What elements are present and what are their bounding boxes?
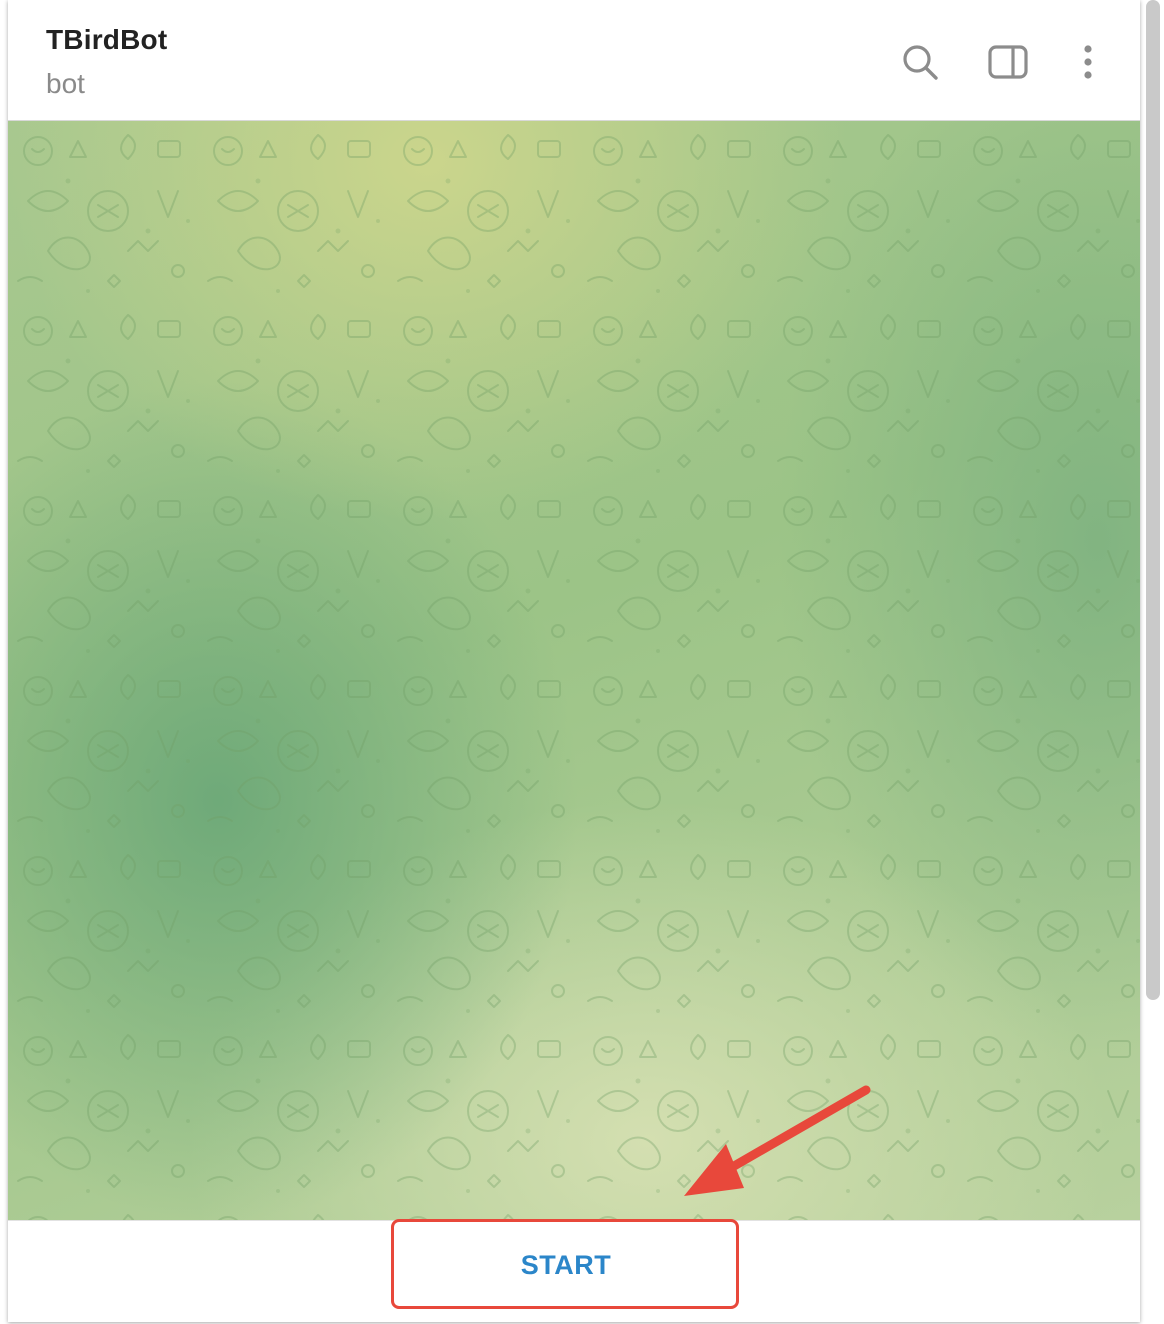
- start-button[interactable]: START: [392, 1221, 740, 1309]
- scrollbar[interactable]: [1146, 0, 1160, 1000]
- more-vertical-icon[interactable]: [1066, 40, 1110, 84]
- chat-title[interactable]: TBirdBot: [46, 24, 167, 56]
- chat-footer: START: [8, 1220, 1140, 1322]
- chat-header: TBirdBot bot: [8, 0, 1140, 121]
- chat-background: [8, 121, 1140, 1220]
- chat-subtitle: bot: [46, 68, 85, 99]
- chat-window: TBirdBot bot START: [8, 0, 1140, 1322]
- doodle-pattern: [8, 121, 1140, 1220]
- search-icon[interactable]: [898, 40, 942, 84]
- sidebar-toggle-icon[interactable]: [986, 40, 1030, 84]
